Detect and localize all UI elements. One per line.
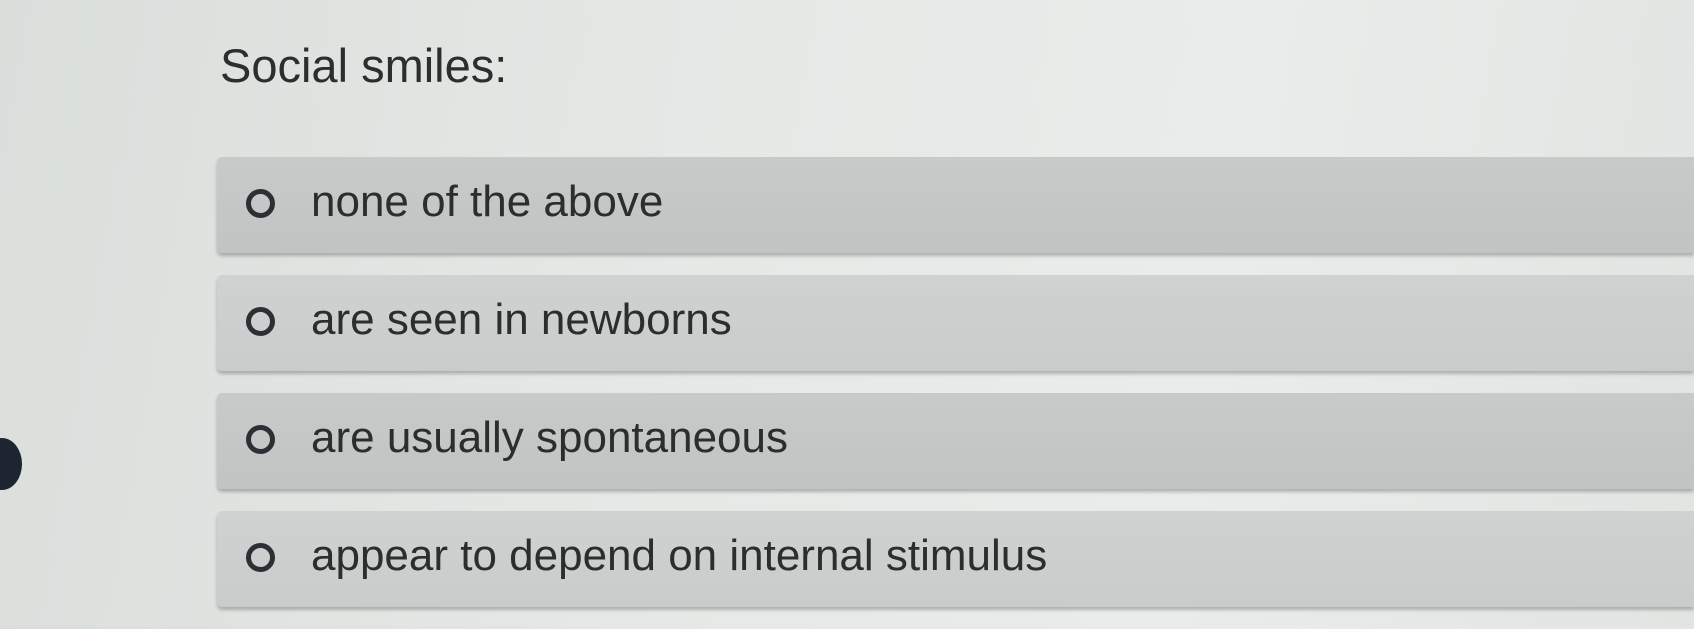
answer-option-label: none of the above xyxy=(311,177,664,226)
answer-options: none of the above are seen in newborns a… xyxy=(217,157,1694,629)
answer-option-label: are usually spontaneous xyxy=(311,413,788,462)
radio-unchecked-icon[interactable] xyxy=(246,189,275,218)
answer-option-usually-spontaneous[interactable]: are usually spontaneous xyxy=(217,393,1694,489)
answer-option-internal-stimulus[interactable]: appear to depend on internal stimulus xyxy=(217,511,1694,607)
answer-option-label: appear to depend on internal stimulus xyxy=(311,531,1048,580)
answer-option-none-of-the-above[interactable]: none of the above xyxy=(217,157,1694,253)
answer-option-label: are seen in newborns xyxy=(311,295,732,344)
answer-option-seen-in-newborns[interactable]: are seen in newborns xyxy=(217,275,1694,371)
quiz-page: { "question": { "title": "Social smiles:… xyxy=(0,0,1694,626)
question-title: Social smiles: xyxy=(220,39,508,92)
left-edge-marker xyxy=(0,438,22,490)
radio-unchecked-icon[interactable] xyxy=(246,543,275,572)
radio-unchecked-icon[interactable] xyxy=(246,307,275,336)
radio-unchecked-icon[interactable] xyxy=(246,425,275,454)
